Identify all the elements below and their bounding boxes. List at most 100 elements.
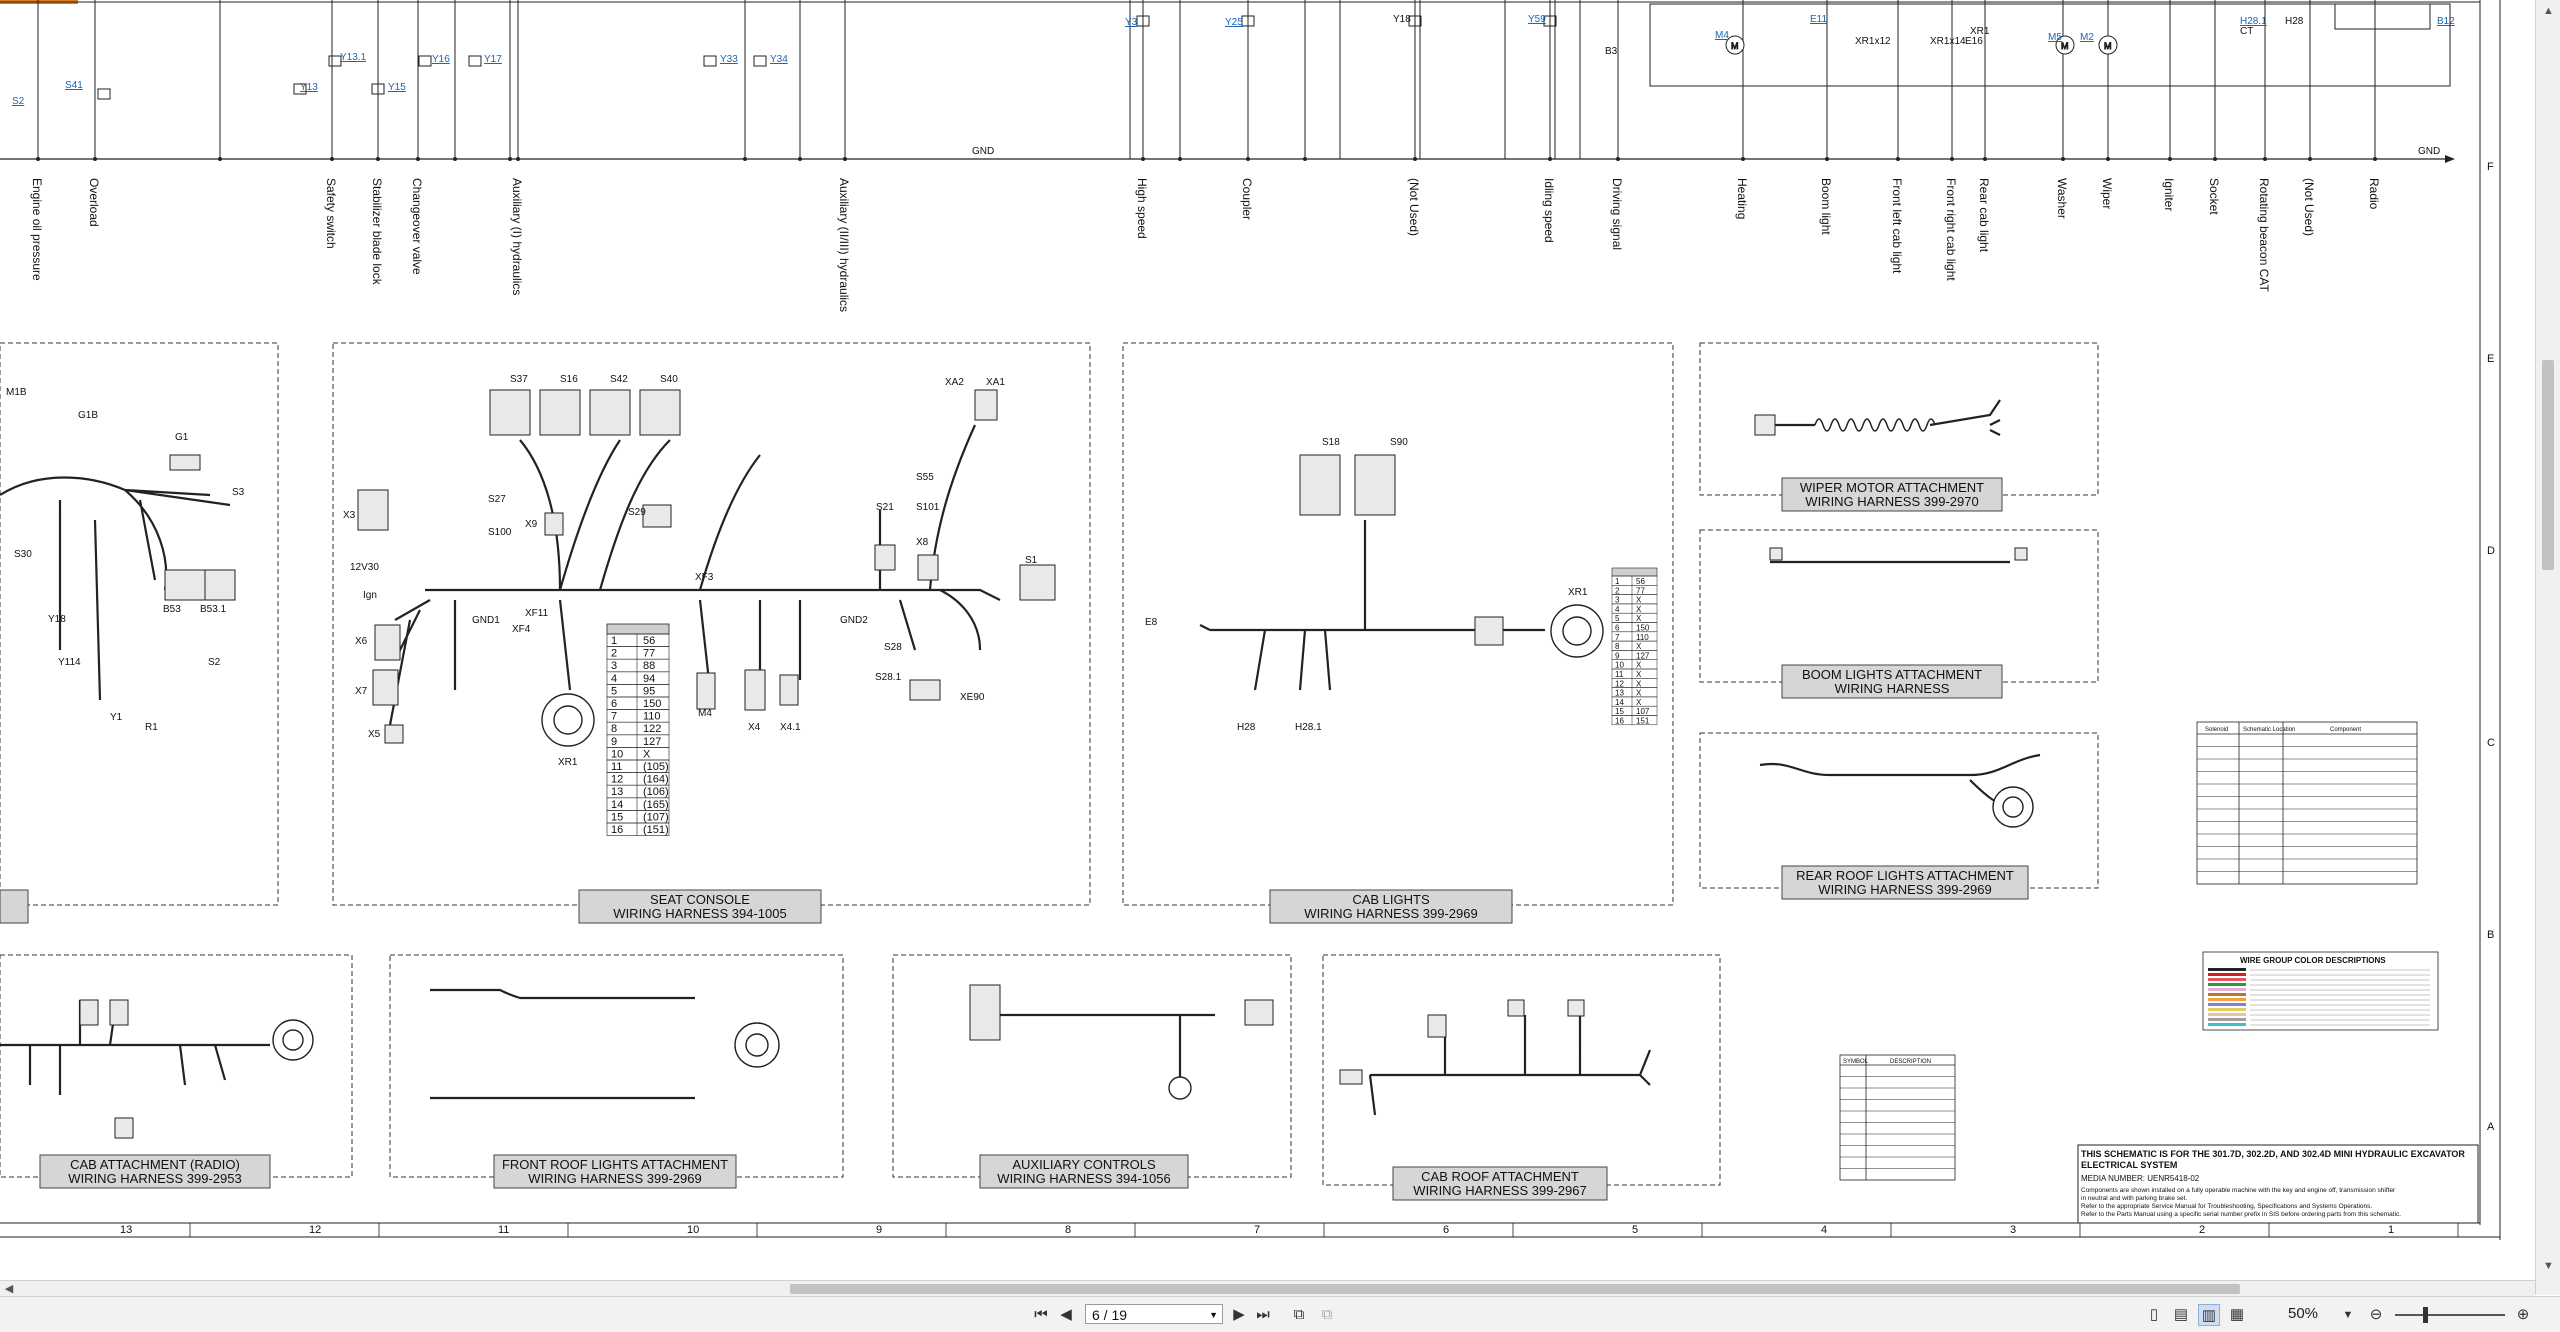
device-label: B53 bbox=[163, 604, 181, 615]
device-label: S90 bbox=[1390, 437, 1408, 448]
first-page-icon[interactable]: ⏮ bbox=[1030, 1304, 1052, 1326]
device-label: X6 bbox=[355, 636, 368, 647]
seat-table-wire: 77 bbox=[643, 648, 655, 660]
cab-table-pin: 5 bbox=[1615, 614, 1620, 623]
zoom-dropdown-icon[interactable]: ▼ bbox=[2337, 1304, 2359, 1326]
copy-view-icon[interactable]: ⧉ bbox=[1316, 1304, 1338, 1326]
vertical-scroll-thumb[interactable] bbox=[2542, 360, 2554, 570]
cab-table-pin: 7 bbox=[1615, 633, 1620, 642]
cab-table-pin: 4 bbox=[1615, 605, 1620, 614]
cab-table-wire: X bbox=[1636, 661, 1642, 670]
scroll-up-icon[interactable]: ▲ bbox=[2536, 0, 2560, 22]
vertical-scrollbar[interactable]: ▲ ▼ bbox=[2535, 0, 2560, 1295]
grid-column-label: 2 bbox=[2199, 1224, 2205, 1236]
cab-table-wire: X bbox=[1636, 689, 1642, 698]
previous-page-icon[interactable]: ◀ bbox=[1055, 1304, 1077, 1326]
device-label: S55 bbox=[916, 472, 934, 483]
circuit-label: Coupler bbox=[1240, 178, 1254, 220]
harness-title-line1: AUXILIARY CONTROLS bbox=[1012, 1157, 1156, 1172]
harness-title-line2: WIRING HARNESS 399-2953 bbox=[68, 1171, 241, 1186]
seat-table-wire: 150 bbox=[643, 698, 661, 710]
component-id-label: Y13.1 bbox=[340, 52, 367, 63]
circuit-label: Auxiliary (I) hydraulics bbox=[510, 178, 524, 295]
seat-table-wire: 94 bbox=[643, 673, 655, 685]
grid-row-label: A bbox=[2487, 1121, 2495, 1133]
device-label: H28 bbox=[1237, 722, 1256, 733]
harness-title-line1: REAR ROOF LIGHTS ATTACHMENT bbox=[1796, 868, 2014, 883]
harness-title-line2: WIRING HARNESS 399-2967 bbox=[1413, 1183, 1586, 1198]
component-id-label: M4 bbox=[1715, 30, 1729, 41]
zoom-out-icon[interactable]: ⊖ bbox=[2365, 1304, 2387, 1326]
notes-line-6: Refer to the appropriate Service Manual … bbox=[2081, 1203, 2372, 1210]
seat-table-pin: 6 bbox=[611, 698, 617, 710]
cab-table-pin: 10 bbox=[1615, 661, 1624, 670]
next-page-icon[interactable]: ▶ bbox=[1228, 1304, 1250, 1326]
grid-column-label: 6 bbox=[1443, 1224, 1449, 1236]
component-id-label: Y18 bbox=[1393, 14, 1411, 25]
cab-table-pin: 13 bbox=[1615, 689, 1624, 698]
notes-line-7: Refer to the Parts Manual using a specif… bbox=[2081, 1211, 2401, 1218]
device-label: S29 bbox=[628, 507, 646, 518]
seat-table-pin: 4 bbox=[611, 673, 617, 685]
seat-table-wire: 56 bbox=[643, 635, 655, 647]
circuit-label: Socket bbox=[2207, 178, 2221, 215]
notes-line-4: Components are shown installed on a full… bbox=[2081, 1187, 2396, 1194]
component-id-label: XR1x12 bbox=[1855, 36, 1891, 47]
device-label: G1B bbox=[78, 410, 98, 421]
device-label: X4 bbox=[748, 722, 761, 733]
seat-table-pin: 11 bbox=[611, 761, 622, 773]
zoom-slider[interactable] bbox=[2395, 1307, 2505, 1323]
seat-table-wire: (106) bbox=[643, 786, 669, 798]
grid-column-label: 12 bbox=[309, 1224, 321, 1236]
zoom-slider-knob[interactable] bbox=[2423, 1307, 2428, 1323]
circuit-label: Igniter bbox=[2162, 178, 2176, 211]
grid-row-label: C bbox=[2487, 737, 2495, 749]
seat-table-wire: (107) bbox=[643, 811, 669, 823]
circuit-label: Driving signal bbox=[1610, 178, 1624, 250]
chevron-down-icon[interactable]: ▼ bbox=[1209, 1305, 1218, 1325]
component-id-label: B3 bbox=[1605, 46, 1618, 57]
device-label: S2 bbox=[208, 657, 221, 668]
continuous-view-icon[interactable]: ▤ bbox=[2170, 1304, 2192, 1326]
component-id-label: Y34 bbox=[770, 54, 788, 65]
seat-table-pin: 10 bbox=[611, 748, 623, 760]
two-page-continuous-icon[interactable]: ▦ bbox=[2226, 1304, 2248, 1326]
horizontal-scroll-thumb[interactable] bbox=[790, 1284, 2240, 1294]
cab-table-pin: 14 bbox=[1615, 698, 1624, 707]
grid-row-label: B bbox=[2487, 929, 2494, 941]
scroll-down-icon[interactable]: ▼ bbox=[2536, 1255, 2560, 1277]
grid-column-label: 8 bbox=[1065, 1224, 1071, 1236]
cab-table-wire: 107 bbox=[1636, 707, 1650, 716]
component-id-label: Y13 bbox=[300, 82, 318, 93]
schematic-canvas[interactable]: GND GND M M M Engine oil pressure Overload S… bbox=[0, 0, 2535, 1260]
seat-table-pin: 7 bbox=[611, 711, 617, 723]
last-page-icon[interactable]: ⏭ bbox=[1252, 1304, 1274, 1326]
circuit-label: Front right cab light bbox=[1944, 178, 1958, 281]
circuit-label: Radio bbox=[2367, 178, 2381, 210]
harness-title-line1: WIPER MOTOR ATTACHMENT bbox=[1800, 480, 1984, 495]
device-label: S37 bbox=[510, 374, 528, 385]
zoom-level[interactable]: 50% bbox=[2288, 1305, 2318, 1322]
cab-table-wire: X bbox=[1636, 596, 1642, 605]
harness-title-line2: WIRING HARNESS 399-2969 bbox=[1818, 882, 1991, 897]
device-label: B53.1 bbox=[200, 604, 227, 615]
single-page-view-icon[interactable]: ▯ bbox=[2143, 1304, 2165, 1326]
device-label: E8 bbox=[1145, 617, 1158, 628]
cab-table-pin: 9 bbox=[1615, 651, 1620, 660]
horizontal-scrollbar[interactable]: ◀ bbox=[0, 1280, 2535, 1297]
rotate-view-icon[interactable]: ⧉ bbox=[1288, 1304, 1310, 1326]
component-id-label: S41 bbox=[65, 80, 83, 91]
device-label: H28.1 bbox=[1295, 722, 1322, 733]
device-label: Y1 bbox=[110, 712, 123, 723]
zoom-in-icon[interactable]: ⊕ bbox=[2512, 1304, 2534, 1326]
seat-table-wire: (151) bbox=[643, 824, 669, 836]
harness-title-line2: WIRING HARNESS 399-2970 bbox=[1805, 494, 1978, 509]
grid-column-label: 4 bbox=[1821, 1224, 1827, 1236]
scroll-left-icon[interactable]: ◀ bbox=[0, 1281, 18, 1297]
device-label: Y18 bbox=[48, 614, 66, 625]
circuit-label: Heating bbox=[1735, 178, 1749, 219]
device-label: G1 bbox=[175, 432, 189, 443]
cab-table-wire: X bbox=[1636, 614, 1642, 623]
page-number-field[interactable]: 6 / 19 ▼ bbox=[1085, 1304, 1223, 1324]
two-page-view-icon[interactable]: ▥ bbox=[2198, 1304, 2220, 1326]
